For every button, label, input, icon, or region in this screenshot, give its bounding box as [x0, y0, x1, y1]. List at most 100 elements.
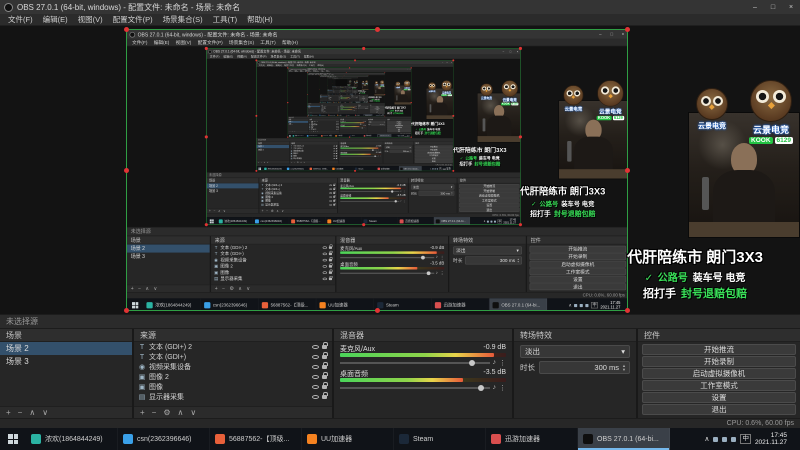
brand-text: 云景电竞: [375, 84, 378, 86]
menu-help[interactable]: 帮助(H): [243, 14, 276, 25]
scene-item: 场景 2: [127, 244, 210, 253]
taskbar-item-group[interactable]: 56887562-【顶级...: [210, 428, 302, 450]
settings-button[interactable]: 设置: [642, 392, 796, 403]
duration-spinbox[interactable]: 300 ms ▲ ▼: [539, 361, 630, 374]
taskbar-item-uu[interactable]: UU加速器: [302, 428, 394, 450]
exit-button[interactable]: 退出: [642, 404, 796, 415]
lock-icon[interactable]: [322, 392, 328, 399]
transitions-body: 淡出 ▾ 时长 300 ms ▲▼: [357, 106, 369, 113]
spin-arrows-icon[interactable]: ▲ ▼: [622, 363, 626, 372]
tray-expand-icon[interactable]: ∧: [704, 435, 709, 443]
source-up-button[interactable]: ∧: [178, 408, 184, 418]
source-down-button: ∨: [281, 209, 284, 213]
menu-scene-collection[interactable]: 场景集合(S): [159, 14, 207, 25]
scene-clone-viewport: OBS 27.0.1 (64-bit, windows) - 配置文件: 未命名…: [332, 78, 352, 90]
studio-mode-button[interactable]: 工作室模式: [642, 380, 796, 391]
taskbar-item-uu: UU加速器: [337, 114, 346, 116]
visibility-icon[interactable]: [312, 365, 319, 369]
menu-profile[interactable]: 配置文件(P): [109, 14, 157, 25]
add-source-button: +: [261, 209, 264, 213]
taskbar-clock[interactable]: 17:45 2021.11.27: [755, 432, 787, 446]
tray-icon[interactable]: [731, 436, 737, 442]
visibility-icon[interactable]: [312, 395, 319, 399]
source-item[interactable]: T 文本 (GDI+) 2: [134, 342, 332, 352]
visibility-icon[interactable]: [312, 345, 319, 349]
remove-scene-button[interactable]: −: [18, 408, 23, 418]
minimize-button[interactable]: –: [746, 0, 764, 14]
volume-slider-handle[interactable]: [468, 359, 475, 366]
selection-handle[interactable]: [124, 27, 129, 32]
lock-icon[interactable]: [322, 382, 328, 389]
start-recording-button[interactable]: 开始录制: [642, 356, 796, 367]
scene-up-button[interactable]: ∧: [29, 408, 35, 418]
duration-value: 300 ms: [403, 150, 410, 153]
mixer-menu-icon[interactable]: ⋮: [499, 359, 506, 367]
virtual-camera-button[interactable]: 启动虚拟摄像机: [642, 368, 796, 379]
tray-icon[interactable]: [722, 436, 728, 442]
display-capture-source: OBS 27.0.1 (64-bit, windows) - 配置文件: 未命名…: [319, 75, 369, 103]
ime-indicator[interactable]: 中: [740, 434, 751, 444]
selection-handle[interactable]: [124, 308, 129, 313]
selection-handle: [362, 46, 366, 51]
mixer-menu-icon[interactable]: ⋮: [499, 384, 506, 392]
selection-handle[interactable]: [625, 308, 630, 313]
taskbar-item-obs[interactable]: OBS 27.0.1 (64-bi...: [578, 428, 670, 450]
taskbar-item-qq[interactable]: csn(2362396646): [118, 428, 210, 450]
source-down-button[interactable]: ∨: [190, 408, 196, 418]
lock-icon[interactable]: [322, 362, 328, 369]
menu-edit[interactable]: 编辑(E): [39, 14, 72, 25]
add-source-button[interactable]: +: [140, 408, 145, 418]
menu-tools[interactable]: 工具(T): [209, 14, 242, 25]
source-item[interactable]: ◉ 视频采集设备: [134, 362, 332, 372]
volume-slider[interactable]: [340, 359, 490, 366]
tray-icon[interactable]: [713, 436, 719, 442]
owl-logo-large[interactable]: 云景电竞 KOOK 6129: [742, 80, 800, 144]
menu-view[interactable]: 视图(V): [74, 14, 107, 25]
close-button[interactable]: ×: [782, 0, 800, 14]
selection-handle[interactable]: [124, 168, 129, 173]
add-scene-button[interactable]: +: [6, 408, 11, 418]
obs-logo-icon: [129, 31, 136, 38]
selection-handle[interactable]: [625, 27, 630, 32]
scene-item[interactable]: 场景 2: [0, 342, 132, 355]
scene-item[interactable]: 场景 3: [0, 355, 132, 368]
selection-handle[interactable]: [375, 27, 380, 32]
source-properties-button[interactable]: ⚙: [163, 408, 170, 418]
ad-line-1: 代肝陪练市 朗门3X3: [453, 146, 507, 154]
maximize-button[interactable]: □: [764, 0, 782, 14]
source-item[interactable]: ▣ 图像 2: [134, 372, 332, 382]
ad-text-overlay[interactable]: 代肝陪练市 朗门3X3 ✓ 公路号 装车号 电竞 招打手 封号退赔包赔: [592, 246, 798, 301]
menu-file[interactable]: 文件(F): [4, 14, 37, 25]
source-item[interactable]: ▤ 显示器采集: [134, 392, 332, 402]
source-item[interactable]: T 文本 (GDI+): [134, 352, 332, 362]
lock-icon[interactable]: [322, 342, 328, 349]
lock-icon[interactable]: [322, 372, 328, 379]
source-item[interactable]: ▣ 图像: [134, 382, 332, 392]
visibility-icon[interactable]: [312, 385, 319, 389]
start-button[interactable]: [0, 428, 26, 450]
transition-select[interactable]: 淡出 ▾: [520, 345, 630, 358]
taskbar-item-xunyou[interactable]: 迅游加速器: [486, 428, 578, 450]
source-properties-button: ⚙: [296, 161, 299, 164]
visibility-icon[interactable]: [312, 355, 319, 359]
owl-logo-small[interactable]: 云景电竞: [686, 88, 738, 131]
scene-clone-viewport: OBS 27.0.1 (64-bit, windows) - 配置文件: 未命名…: [319, 75, 369, 103]
tray-icon: [494, 220, 497, 223]
speaker-icon[interactable]: ♪: [493, 384, 497, 391]
brand-text: 云景电竞: [502, 97, 517, 102]
volume-slider-handle[interactable]: [477, 384, 484, 391]
remove-source-button[interactable]: −: [152, 408, 157, 418]
visibility-icon[interactable]: [312, 375, 319, 379]
speaker-icon[interactable]: ♪: [493, 359, 497, 366]
display-capture-source[interactable]: OBS 27.0.1 (64-bit, windows) - 配置文件: 未命名…: [124, 27, 630, 313]
volume-slider[interactable]: [340, 384, 490, 391]
taskbar-item-qq: csn(2362396646): [306, 134, 321, 138]
taskbar-item-chat[interactable]: 浓欢(1864844249): [26, 428, 118, 450]
start-streaming-button[interactable]: 开始推流: [642, 344, 796, 355]
scene-down-button[interactable]: ∨: [42, 408, 48, 418]
lock-icon[interactable]: [322, 352, 328, 359]
selection-handle[interactable]: [625, 168, 630, 173]
window-title: OBS 27.0.1 (64-bit, windows) - 配置文件: 未命名…: [137, 31, 278, 38]
taskbar-item-steam[interactable]: Steam: [394, 428, 486, 450]
selection-handle[interactable]: [375, 308, 380, 313]
